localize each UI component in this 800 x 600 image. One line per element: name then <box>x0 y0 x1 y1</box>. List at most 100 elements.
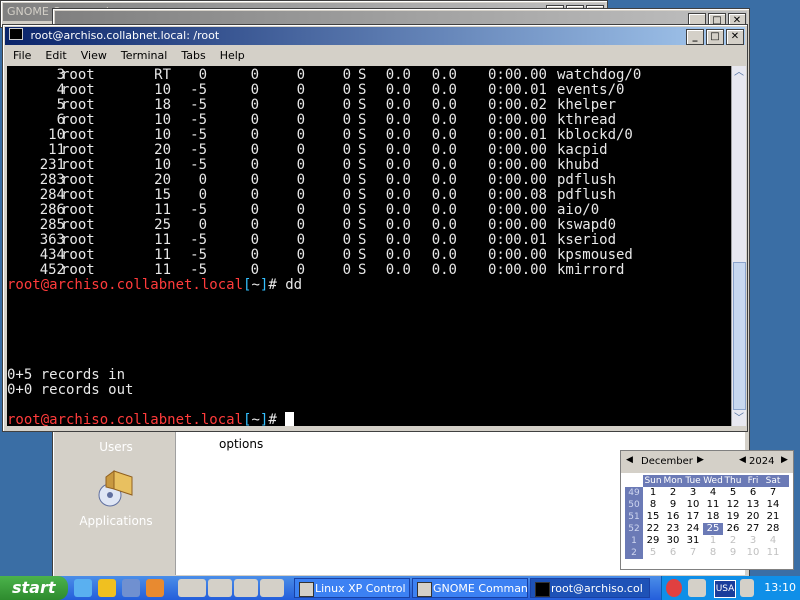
menu-file[interactable]: File <box>6 47 38 65</box>
volume-icon[interactable] <box>740 579 754 597</box>
task-button-gnome-commander[interactable]: GNOME Commander <box>412 578 528 598</box>
menu-terminal[interactable]: Terminal <box>114 47 175 65</box>
start-button[interactable]: start <box>0 576 68 600</box>
menu-edit[interactable]: Edit <box>38 47 73 65</box>
browser-icon[interactable] <box>74 579 92 597</box>
task-button-terminal[interactable]: root@archiso.col <box>530 578 650 598</box>
calendar-day[interactable]: 8 <box>643 499 663 511</box>
calendar-day[interactable]: 21 <box>763 511 783 523</box>
calendar-day[interactable]: 6 <box>743 487 763 499</box>
calendar-day[interactable]: 23 <box>663 523 683 535</box>
menu-tabs[interactable]: Tabs <box>174 47 212 65</box>
calendar-day[interactable]: 7 <box>763 487 783 499</box>
calendar-day[interactable]: 8 <box>703 547 723 559</box>
language-indicator[interactable]: USA <box>714 580 736 598</box>
prev-month-icon[interactable]: ◀ <box>626 455 633 465</box>
calendar-day[interactable]: 1 <box>643 487 663 499</box>
workspace-1-icon[interactable] <box>178 579 206 597</box>
calendar-day[interactable]: 11 <box>703 499 723 511</box>
process-row: 434 root 11 -5 0 0 0 S 0.0 0.0 0:00.00 kpsmoused <box>7 248 731 263</box>
calendar-day[interactable]: 9 <box>723 547 743 559</box>
process-pid: 286 <box>39 202 65 218</box>
terminal-scrollbar[interactable]: ︿ ﹀ <box>731 66 746 426</box>
terminal-titlebar[interactable]: root@archiso.collabnet.local: /root <box>5 27 745 45</box>
process-cpu: 0.0 <box>385 157 411 173</box>
calendar-day[interactable]: 2 <box>663 487 683 499</box>
category-applications[interactable]: Applications <box>57 465 175 528</box>
calendar-day[interactable]: 10 <box>743 547 763 559</box>
calendar-day[interactable]: 2 <box>723 535 743 547</box>
calendar-day[interactable]: 12 <box>723 499 743 511</box>
control-panel-item-label[interactable]: options <box>219 437 263 451</box>
network-icon[interactable] <box>688 579 706 597</box>
calendar-widget[interactable]: ◀ December ▶ ◀ 2024 ▶ Sun Mon Tue Wed Thu Fri… <box>620 450 794 570</box>
calendar-day[interactable]: 14 <box>763 499 783 511</box>
calendar-day[interactable]: 29 <box>643 535 663 547</box>
calendar-day[interactable]: 19 <box>723 511 743 523</box>
process-virt: 0 <box>250 262 259 278</box>
calendar-day[interactable]: 31 <box>683 535 703 547</box>
next-year-icon[interactable]: ▶ <box>781 455 788 465</box>
scroll-up-icon[interactable]: ︿ <box>732 66 746 80</box>
calendar-day[interactable]: 27 <box>743 523 763 535</box>
process-res: 0 <box>296 262 305 278</box>
calendar-day[interactable]: 17 <box>683 511 703 523</box>
prev-year-icon[interactable]: ◀ <box>739 455 746 465</box>
calendar-day[interactable]: 13 <box>743 499 763 511</box>
close-button[interactable]: ✕ <box>726 29 744 45</box>
calendar-day[interactable]: 1 <box>703 535 723 547</box>
process-time: 0:00.00 <box>487 202 547 218</box>
calendar-day[interactable]: 26 <box>723 523 743 535</box>
workspace-3-icon[interactable] <box>234 579 258 597</box>
calendar-day[interactable]: 4 <box>763 535 783 547</box>
workspace-4-icon[interactable] <box>260 579 284 597</box>
minimize-button[interactable]: _ <box>686 29 704 45</box>
process-pr: 15 <box>154 187 171 203</box>
calendar-day[interactable]: 28 <box>763 523 783 535</box>
quicklaunch-icon[interactable] <box>98 579 116 597</box>
process-shr: 0 <box>342 262 351 278</box>
calendar-day[interactable]: 30 <box>663 535 683 547</box>
calendar-day[interactable]: 20 <box>743 511 763 523</box>
menu-view[interactable]: View <box>74 47 114 65</box>
next-month-icon[interactable]: ▶ <box>697 455 704 465</box>
calendar-day[interactable]: 4 <box>703 487 723 499</box>
calendar-day[interactable]: 15 <box>643 511 663 523</box>
calendar-day[interactable]: 16 <box>663 511 683 523</box>
workspace-2-icon[interactable] <box>208 579 232 597</box>
calendar-day[interactable]: 5 <box>643 547 663 559</box>
process-shr: 0 <box>342 142 351 158</box>
media-icon[interactable] <box>146 579 164 597</box>
calendar-day[interactable]: 22 <box>643 523 663 535</box>
week-number: 50 <box>625 499 643 511</box>
calendar-day[interactable]: 11 <box>763 547 783 559</box>
tray-app-icon[interactable] <box>666 579 682 597</box>
calendar-day[interactable]: 3 <box>683 487 703 499</box>
terminal-screen[interactable]: 3 root RT 0 0 0 0 S 0.0 0.0 0:00.00 watchdog/0 4 root… <box>7 66 731 426</box>
process-shr: 0 <box>342 247 351 263</box>
process-res: 0 <box>296 247 305 263</box>
calendar-day[interactable]: 5 <box>723 487 743 499</box>
messenger-icon[interactable] <box>122 579 140 597</box>
calendar-day[interactable]: 10 <box>683 499 703 511</box>
calendar-day[interactable]: 25 <box>703 523 723 535</box>
process-row: 284 root 15 0 0 0 0 S 0.0 0.0 0:00.08 pdflush <box>7 188 731 203</box>
scrollbar-thumb[interactable] <box>733 262 746 410</box>
category-applications-label: Applications <box>79 514 153 528</box>
gnome-commander-icon <box>417 582 432 597</box>
process-row: 3 root RT 0 0 0 0 S 0.0 0.0 0:00.00 watchdog/0 <box>7 68 731 83</box>
category-users[interactable]: Users <box>57 438 175 454</box>
terminal-window[interactable]: root@archiso.collabnet.local: /root _ □ … <box>2 24 748 432</box>
maximize-button[interactable]: □ <box>706 29 724 45</box>
calendar-day[interactable]: 3 <box>743 535 763 547</box>
calendar-day[interactable]: 9 <box>663 499 683 511</box>
clock[interactable]: 13:10 <box>764 576 796 600</box>
calendar-day[interactable]: 24 <box>683 523 703 535</box>
process-pid: 434 <box>39 247 65 263</box>
calendar-day[interactable]: 18 <box>703 511 723 523</box>
calendar-day[interactable]: 7 <box>683 547 703 559</box>
task-button-control-panel[interactable]: Linux XP Control <box>294 578 410 598</box>
menu-help[interactable]: Help <box>213 47 252 65</box>
calendar-day[interactable]: 6 <box>663 547 683 559</box>
scroll-down-icon[interactable]: ﹀ <box>732 412 746 426</box>
